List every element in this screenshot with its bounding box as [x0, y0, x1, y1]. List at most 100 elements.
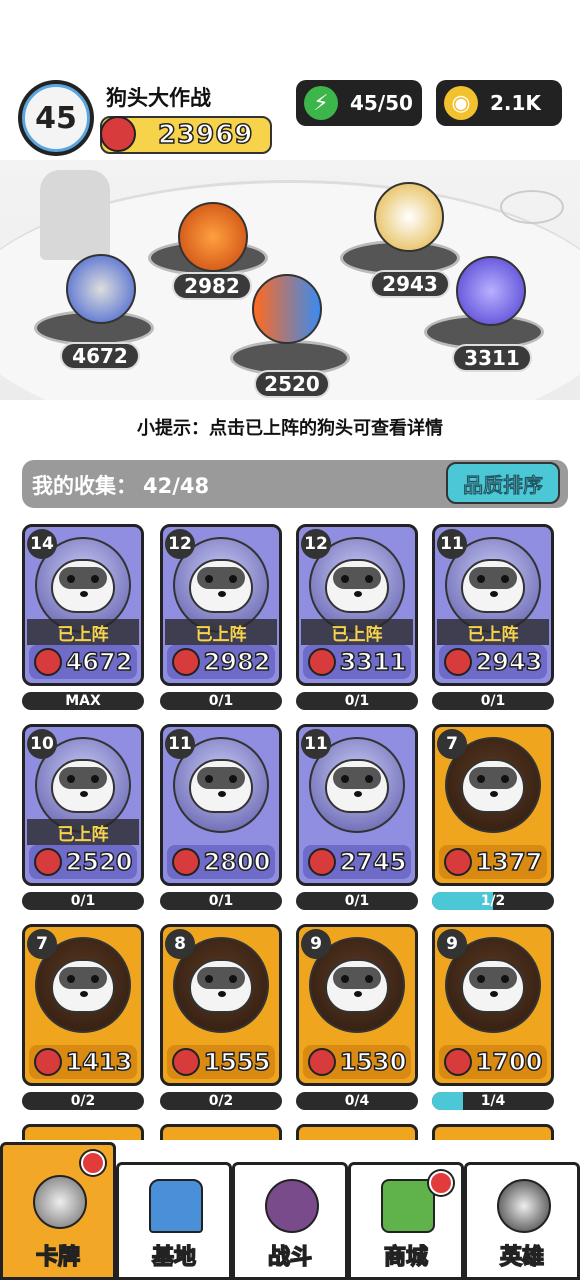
progress-text: 0/1 — [70, 893, 96, 909]
rock-decoration — [40, 170, 110, 260]
progress-text: 0/2 — [208, 1093, 234, 1109]
dog-face-icon — [189, 959, 253, 1013]
card-power: 1555 — [167, 1045, 275, 1079]
card-level: 8 — [165, 929, 195, 959]
progress-text: 1/2 — [480, 893, 506, 909]
card-power: 3311 — [303, 645, 411, 679]
card-upgrade-progress: 0/1 — [22, 892, 144, 910]
fist-icon — [33, 1048, 62, 1076]
dog-card[interactable]: 7 1413 — [22, 924, 144, 1086]
card-level: 12 — [301, 529, 331, 559]
fist-icon — [100, 116, 136, 152]
sort-by-quality-button[interactable]: 品质排序 — [446, 462, 560, 504]
dog-card[interactable]: 11 2745 — [296, 724, 418, 886]
card-level: 9 — [301, 929, 331, 959]
card-power: 2800 — [167, 845, 275, 879]
deployed-tag: 已上阵 — [437, 619, 549, 645]
dog-face-icon — [325, 759, 389, 813]
lineup-dog-3[interactable] — [252, 274, 322, 344]
card-upgrade-progress: 0/4 — [296, 1092, 418, 1110]
card-upgrade-progress: 0/1 — [296, 892, 418, 910]
progress-text: 0/1 — [208, 693, 234, 709]
dog-card[interactable]: 14 已上阵 4672 — [22, 524, 144, 686]
card-power-value: 2943 — [475, 647, 543, 677]
coin-value: 2.1K — [490, 91, 541, 115]
card-upgrade-progress: 0/2 — [22, 1092, 144, 1110]
nav-label-shop: 商城 — [383, 1244, 429, 1271]
card-power-value: 1530 — [339, 1047, 407, 1077]
dog-face-icon — [461, 759, 525, 813]
progress-text: 0/1 — [344, 693, 370, 709]
nav-tab-heroes[interactable]: 英雄 — [464, 1162, 580, 1280]
lineup-dog-1[interactable] — [66, 254, 136, 324]
fist-icon — [33, 648, 62, 676]
card-power-value: 1413 — [65, 1047, 133, 1077]
dog-face-icon — [461, 959, 525, 1013]
lightning-icon: ⚡ — [304, 86, 338, 120]
deployed-tag: 已上阵 — [301, 619, 413, 645]
fist-icon — [307, 848, 336, 876]
card-upgrade-progress: 0/1 — [160, 892, 282, 910]
paw-icon — [265, 1179, 319, 1233]
dog-card[interactable]: 11 已上阵 2943 — [432, 524, 554, 686]
lineup-power-5: 3311 — [452, 344, 532, 372]
dog-face-icon — [461, 559, 525, 613]
progress-text: 0/2 — [70, 1093, 96, 1109]
nav-label-heroes: 英雄 — [499, 1244, 545, 1271]
nav-tab-base[interactable]: 基地 — [116, 1162, 232, 1280]
nav-tab-shop[interactable]: 商城 — [348, 1162, 464, 1280]
card-power-value: 2520 — [65, 847, 133, 877]
card-upgrade-progress: 1/4 — [432, 1092, 554, 1110]
fist-icon — [443, 1048, 472, 1076]
card-power-value: 2982 — [203, 647, 271, 677]
lineup-dog-2[interactable] — [178, 202, 248, 272]
card-power: 2745 — [303, 845, 411, 879]
nav-label-base: 基地 — [151, 1244, 197, 1271]
nav-tab-cards[interactable]: 卡牌 — [0, 1142, 116, 1280]
player-name: 狗头大作战 — [106, 86, 211, 110]
dog-face-icon — [51, 959, 115, 1013]
card-level: 7 — [437, 729, 467, 759]
lineup-dog-5[interactable] — [456, 256, 526, 326]
lineup-dog-4[interactable] — [374, 182, 444, 252]
card-power: 1377 — [439, 845, 547, 879]
dog-face-icon — [51, 759, 115, 813]
card-upgrade-progress: 0/1 — [160, 692, 282, 710]
hint-text: 小提示：点击已上阵的狗头可查看详情 — [137, 418, 443, 439]
notification-dot — [81, 1151, 105, 1175]
dog-face-icon — [325, 959, 389, 1013]
deployed-tag: 已上阵 — [27, 619, 139, 645]
nav-label-cards: 卡牌 — [35, 1244, 81, 1271]
player-level-badge[interactable]: 45 — [18, 80, 94, 156]
dog-face-icon — [325, 559, 389, 613]
dog-card[interactable]: 12 已上阵 3311 — [296, 524, 418, 686]
nav-tab-battle[interactable]: 战斗 — [232, 1162, 348, 1280]
card-level: 7 — [27, 929, 57, 959]
card-level: 14 — [27, 529, 57, 559]
card-level: 9 — [437, 929, 467, 959]
energy-value: 45/50 — [350, 91, 413, 115]
coin-counter[interactable]: ◉ 2.1K — [436, 80, 562, 126]
lineup-power-2: 2982 — [172, 272, 252, 300]
fist-icon — [307, 648, 336, 676]
card-level: 11 — [437, 529, 467, 559]
dog-card[interactable]: 10 已上阵 2520 — [22, 724, 144, 886]
card-level: 12 — [165, 529, 195, 559]
card-level: 11 — [165, 729, 195, 759]
castle-icon — [149, 1179, 203, 1233]
deployed-tag: 已上阵 — [27, 819, 139, 845]
dog-card[interactable]: 12 已上阵 2982 — [160, 524, 282, 686]
card-power: 4672 — [29, 645, 137, 679]
collection-label: 我的收集： — [32, 474, 137, 498]
dog-card[interactable]: 11 2800 — [160, 724, 282, 886]
energy-counter[interactable]: ⚡ 45/50 — [296, 80, 422, 126]
fist-icon — [171, 648, 200, 676]
collection-bar: 我的收集： 42/48 品质排序 — [22, 460, 568, 508]
card-power-value: 1555 — [203, 1047, 271, 1077]
dog-card[interactable]: 9 1700 — [432, 924, 554, 1086]
coin-icon: ◉ — [444, 86, 478, 120]
dog-card[interactable]: 8 1555 — [160, 924, 282, 1086]
dog-card[interactable]: 9 1530 — [296, 924, 418, 1086]
dog-card[interactable]: 7 1377 — [432, 724, 554, 886]
progress-text: 0/1 — [480, 693, 506, 709]
